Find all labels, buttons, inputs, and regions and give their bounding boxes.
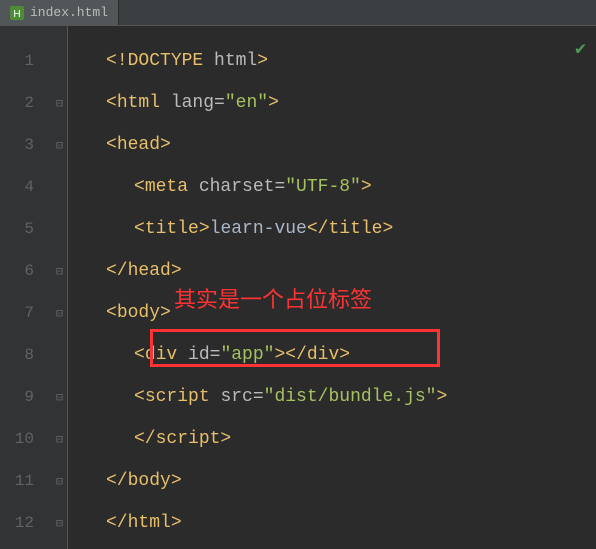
checkmark-icon: ✔ — [575, 38, 586, 60]
tab-index-html[interactable]: H index.html — [0, 0, 119, 25]
code-editor[interactable]: 1 2 3 4 5 6 7 8 9 10 11 12 ⊟ ⊟ ⊟ ⊟ ⊟ ⊟ ⊟… — [0, 26, 596, 549]
line-number: 6 — [0, 250, 52, 292]
fold-marker[interactable]: ⊟ — [52, 124, 67, 166]
code-line: <html lang="en"> — [78, 82, 596, 124]
fold-marker[interactable]: ⊟ — [52, 376, 67, 418]
line-number: 5 — [0, 208, 52, 250]
svg-text:H: H — [13, 9, 20, 20]
line-number: 10 — [0, 418, 52, 460]
code-line: <head> — [78, 124, 596, 166]
html-file-icon: H — [10, 6, 24, 20]
annotation-text: 其实是一个占位标签 — [174, 282, 372, 314]
fold-marker[interactable] — [52, 208, 67, 250]
tab-filename: index.html — [30, 5, 108, 20]
code-line: </body> — [78, 460, 596, 502]
code-line: <script src="dist/bundle.js"> — [78, 376, 596, 418]
line-number: 1 — [0, 40, 52, 82]
fold-marker[interactable]: ⊟ — [52, 250, 67, 292]
fold-gutter: ⊟ ⊟ ⊟ ⊟ ⊟ ⊟ ⊟ ⊟ — [52, 26, 68, 549]
fold-marker[interactable] — [52, 334, 67, 376]
line-number-gutter: 1 2 3 4 5 6 7 8 9 10 11 12 — [0, 26, 52, 549]
tab-bar: H index.html — [0, 0, 596, 26]
fold-marker[interactable] — [52, 40, 67, 82]
code-line: <div id="app"></div> — [78, 334, 596, 376]
line-number: 2 — [0, 82, 52, 124]
line-number: 3 — [0, 124, 52, 166]
fold-marker[interactable]: ⊟ — [52, 418, 67, 460]
line-number: 12 — [0, 502, 52, 544]
code-line: <title>learn-vue</title> — [78, 208, 596, 250]
fold-marker[interactable]: ⊟ — [52, 82, 67, 124]
fold-marker[interactable]: ⊟ — [52, 502, 67, 544]
code-area[interactable]: <!DOCTYPE html> <html lang="en"> <head> … — [68, 26, 596, 549]
line-number: 7 — [0, 292, 52, 334]
code-line: <!DOCTYPE html> — [78, 40, 596, 82]
code-line: </html> — [78, 502, 596, 544]
code-line: </script> — [78, 418, 596, 460]
line-number: 9 — [0, 376, 52, 418]
line-number: 4 — [0, 166, 52, 208]
fold-marker[interactable]: ⊟ — [52, 460, 67, 502]
line-number: 11 — [0, 460, 52, 502]
fold-marker[interactable]: ⊟ — [52, 292, 67, 334]
line-number: 8 — [0, 334, 52, 376]
fold-marker[interactable] — [52, 166, 67, 208]
code-line: <meta charset="UTF-8"> — [78, 166, 596, 208]
